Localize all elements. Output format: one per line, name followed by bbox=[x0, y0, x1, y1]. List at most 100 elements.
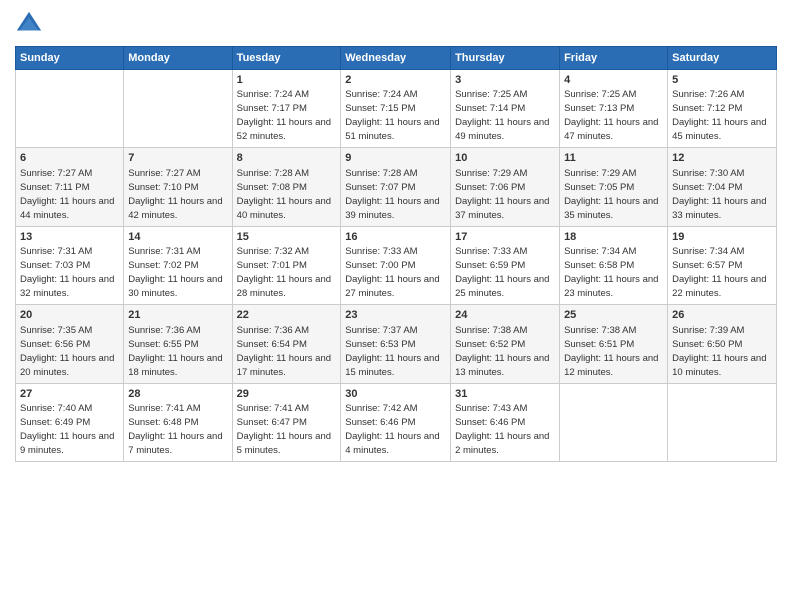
day-info: Sunrise: 7:31 AM Sunset: 7:03 PM Dayligh… bbox=[20, 246, 114, 299]
day-info: Sunrise: 7:30 AM Sunset: 7:04 PM Dayligh… bbox=[672, 168, 766, 221]
cell-2-7: 12 Sunrise: 7:30 AM Sunset: 7:04 PM Dayli… bbox=[668, 148, 777, 226]
cell-1-1 bbox=[16, 70, 124, 148]
day-info: Sunrise: 7:28 AM Sunset: 7:07 PM Dayligh… bbox=[345, 168, 439, 221]
day-number: 7 bbox=[128, 151, 227, 166]
cell-5-7 bbox=[668, 383, 777, 461]
cell-2-6: 11 Sunrise: 7:29 AM Sunset: 7:05 PM Dayli… bbox=[560, 148, 668, 226]
week-row-3: 13Sunrise: 7:31 AM Sunset: 7:03 PM Dayli… bbox=[16, 226, 777, 304]
cell-5-4: 30Sunrise: 7:42 AM Sunset: 6:46 PM Dayli… bbox=[341, 383, 451, 461]
day-number: 26 bbox=[672, 308, 772, 323]
day-info: Sunrise: 7:29 AM Sunset: 7:05 PM Dayligh… bbox=[564, 168, 658, 221]
cell-2-4: 9 Sunrise: 7:28 AM Sunset: 7:07 PM Daylig… bbox=[341, 148, 451, 226]
day-info: Sunrise: 7:29 AM Sunset: 7:06 PM Dayligh… bbox=[455, 168, 549, 221]
day-info: Sunrise: 7:28 AM Sunset: 7:08 PM Dayligh… bbox=[237, 168, 331, 221]
day-number: 3 bbox=[455, 73, 555, 88]
day-number: 29 bbox=[237, 387, 337, 402]
logo bbox=[15, 10, 47, 38]
day-number: 17 bbox=[455, 230, 555, 245]
day-info: Sunrise: 7:41 AM Sunset: 6:48 PM Dayligh… bbox=[128, 403, 222, 456]
cell-3-5: 17Sunrise: 7:33 AM Sunset: 6:59 PM Dayli… bbox=[451, 226, 560, 304]
day-number: 27 bbox=[20, 387, 119, 402]
day-info: Sunrise: 7:33 AM Sunset: 6:59 PM Dayligh… bbox=[455, 246, 549, 299]
day-number: 31 bbox=[455, 387, 555, 402]
day-info: Sunrise: 7:24 AM Sunset: 7:17 PM Dayligh… bbox=[237, 89, 331, 142]
cell-1-5: 3Sunrise: 7:25 AM Sunset: 7:14 PM Daylig… bbox=[451, 70, 560, 148]
cell-1-4: 2Sunrise: 7:24 AM Sunset: 7:15 PM Daylig… bbox=[341, 70, 451, 148]
day-number: 10 bbox=[455, 151, 555, 166]
day-number: 14 bbox=[128, 230, 227, 245]
day-number: 24 bbox=[455, 308, 555, 323]
cell-4-2: 21 Sunrise: 7:36 AM Sunset: 6:55 PM Dayli… bbox=[124, 305, 232, 383]
day-info: Sunrise: 7:40 AM Sunset: 6:49 PM Dayligh… bbox=[20, 403, 114, 456]
day-info: Sunrise: 7:24 AM Sunset: 7:15 PM Dayligh… bbox=[345, 89, 439, 142]
cell-3-3: 15Sunrise: 7:32 AM Sunset: 7:01 PM Dayli… bbox=[232, 226, 341, 304]
header-friday: Friday bbox=[560, 47, 668, 70]
day-info: Sunrise: 7:34 AM Sunset: 6:57 PM Dayligh… bbox=[672, 246, 766, 299]
day-info: Sunrise: 7:41 AM Sunset: 6:47 PM Dayligh… bbox=[237, 403, 331, 456]
cell-1-7: 5Sunrise: 7:26 AM Sunset: 7:12 PM Daylig… bbox=[668, 70, 777, 148]
header-saturday: Saturday bbox=[668, 47, 777, 70]
day-number: 20 bbox=[20, 308, 119, 323]
cell-1-2 bbox=[124, 70, 232, 148]
cell-3-1: 13Sunrise: 7:31 AM Sunset: 7:03 PM Dayli… bbox=[16, 226, 124, 304]
page-container: SundayMondayTuesdayWednesdayThursdayFrid… bbox=[0, 0, 792, 612]
day-number: 12 bbox=[672, 151, 772, 166]
day-info: Sunrise: 7:42 AM Sunset: 6:46 PM Dayligh… bbox=[345, 403, 439, 456]
cell-5-3: 29Sunrise: 7:41 AM Sunset: 6:47 PM Dayli… bbox=[232, 383, 341, 461]
logo-icon bbox=[15, 10, 43, 38]
cell-5-5: 31Sunrise: 7:43 AM Sunset: 6:46 PM Dayli… bbox=[451, 383, 560, 461]
header-row: SundayMondayTuesdayWednesdayThursdayFrid… bbox=[16, 47, 777, 70]
day-number: 16 bbox=[345, 230, 446, 245]
week-row-1: 1Sunrise: 7:24 AM Sunset: 7:17 PM Daylig… bbox=[16, 70, 777, 148]
day-info: Sunrise: 7:34 AM Sunset: 6:58 PM Dayligh… bbox=[564, 246, 658, 299]
day-info: Sunrise: 7:33 AM Sunset: 7:00 PM Dayligh… bbox=[345, 246, 439, 299]
day-number: 22 bbox=[237, 308, 337, 323]
cell-2-3: 8 Sunrise: 7:28 AM Sunset: 7:08 PM Daylig… bbox=[232, 148, 341, 226]
header-sunday: Sunday bbox=[16, 47, 124, 70]
day-number: 18 bbox=[564, 230, 663, 245]
day-number: 9 bbox=[345, 151, 446, 166]
day-info: Sunrise: 7:36 AM Sunset: 6:55 PM Dayligh… bbox=[128, 325, 222, 378]
day-number: 23 bbox=[345, 308, 446, 323]
header bbox=[15, 10, 777, 38]
day-number: 4 bbox=[564, 73, 663, 88]
day-number: 11 bbox=[564, 151, 663, 166]
day-info: Sunrise: 7:37 AM Sunset: 6:53 PM Dayligh… bbox=[345, 325, 439, 378]
cell-3-2: 14Sunrise: 7:31 AM Sunset: 7:02 PM Dayli… bbox=[124, 226, 232, 304]
cell-1-3: 1Sunrise: 7:24 AM Sunset: 7:17 PM Daylig… bbox=[232, 70, 341, 148]
day-info: Sunrise: 7:31 AM Sunset: 7:02 PM Dayligh… bbox=[128, 246, 222, 299]
day-number: 19 bbox=[672, 230, 772, 245]
calendar-header: SundayMondayTuesdayWednesdayThursdayFrid… bbox=[16, 47, 777, 70]
cell-4-6: 25Sunrise: 7:38 AM Sunset: 6:51 PM Dayli… bbox=[560, 305, 668, 383]
day-info: Sunrise: 7:39 AM Sunset: 6:50 PM Dayligh… bbox=[672, 325, 766, 378]
day-info: Sunrise: 7:27 AM Sunset: 7:11 PM Dayligh… bbox=[20, 168, 114, 221]
cell-2-1: 6Sunrise: 7:27 AM Sunset: 7:11 PM Daylig… bbox=[16, 148, 124, 226]
day-number: 21 bbox=[128, 308, 227, 323]
day-number: 13 bbox=[20, 230, 119, 245]
day-info: Sunrise: 7:38 AM Sunset: 6:51 PM Dayligh… bbox=[564, 325, 658, 378]
day-info: Sunrise: 7:32 AM Sunset: 7:01 PM Dayligh… bbox=[237, 246, 331, 299]
cell-3-7: 19Sunrise: 7:34 AM Sunset: 6:57 PM Dayli… bbox=[668, 226, 777, 304]
day-info: Sunrise: 7:35 AM Sunset: 6:56 PM Dayligh… bbox=[20, 325, 114, 378]
header-wednesday: Wednesday bbox=[341, 47, 451, 70]
week-row-5: 27Sunrise: 7:40 AM Sunset: 6:49 PM Dayli… bbox=[16, 383, 777, 461]
calendar-body: 1Sunrise: 7:24 AM Sunset: 7:17 PM Daylig… bbox=[16, 70, 777, 462]
cell-4-4: 23 Sunrise: 7:37 AM Sunset: 6:53 PM Dayli… bbox=[341, 305, 451, 383]
day-number: 2 bbox=[345, 73, 446, 88]
day-number: 1 bbox=[237, 73, 337, 88]
cell-2-2: 7Sunrise: 7:27 AM Sunset: 7:10 PM Daylig… bbox=[124, 148, 232, 226]
cell-4-7: 26 Sunrise: 7:39 AM Sunset: 6:50 PM Dayli… bbox=[668, 305, 777, 383]
day-number: 15 bbox=[237, 230, 337, 245]
day-info: Sunrise: 7:25 AM Sunset: 7:13 PM Dayligh… bbox=[564, 89, 658, 142]
cell-3-6: 18Sunrise: 7:34 AM Sunset: 6:58 PM Dayli… bbox=[560, 226, 668, 304]
cell-2-5: 10 Sunrise: 7:29 AM Sunset: 7:06 PM Dayli… bbox=[451, 148, 560, 226]
cell-4-5: 24Sunrise: 7:38 AM Sunset: 6:52 PM Dayli… bbox=[451, 305, 560, 383]
calendar-table: SundayMondayTuesdayWednesdayThursdayFrid… bbox=[15, 46, 777, 462]
cell-3-4: 16Sunrise: 7:33 AM Sunset: 7:00 PM Dayli… bbox=[341, 226, 451, 304]
day-number: 5 bbox=[672, 73, 772, 88]
week-row-2: 6Sunrise: 7:27 AM Sunset: 7:11 PM Daylig… bbox=[16, 148, 777, 226]
day-info: Sunrise: 7:36 AM Sunset: 6:54 PM Dayligh… bbox=[237, 325, 331, 378]
header-monday: Monday bbox=[124, 47, 232, 70]
day-number: 8 bbox=[237, 151, 337, 166]
cell-4-1: 20 Sunrise: 7:35 AM Sunset: 6:56 PM Dayli… bbox=[16, 305, 124, 383]
